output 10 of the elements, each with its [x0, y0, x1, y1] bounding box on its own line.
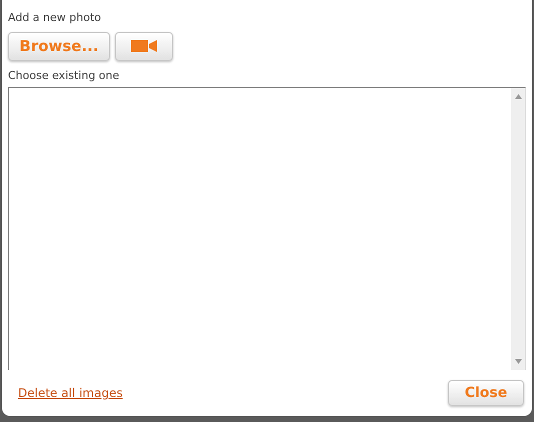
video-camera-icon — [131, 39, 157, 53]
video-button[interactable] — [115, 32, 173, 60]
scrollbar[interactable] — [511, 88, 525, 370]
close-button[interactable]: Close — [448, 380, 524, 406]
section-label: Add a new photo — [8, 10, 101, 26]
section-label: Choose existing one — [8, 68, 120, 84]
scroll-up-icon[interactable] — [514, 94, 522, 99]
delete-all-link[interactable]: Delete all images — [18, 384, 123, 402]
browse-button[interactable]: Browse... — [8, 32, 110, 60]
scroll-down-icon[interactable] — [514, 359, 522, 364]
